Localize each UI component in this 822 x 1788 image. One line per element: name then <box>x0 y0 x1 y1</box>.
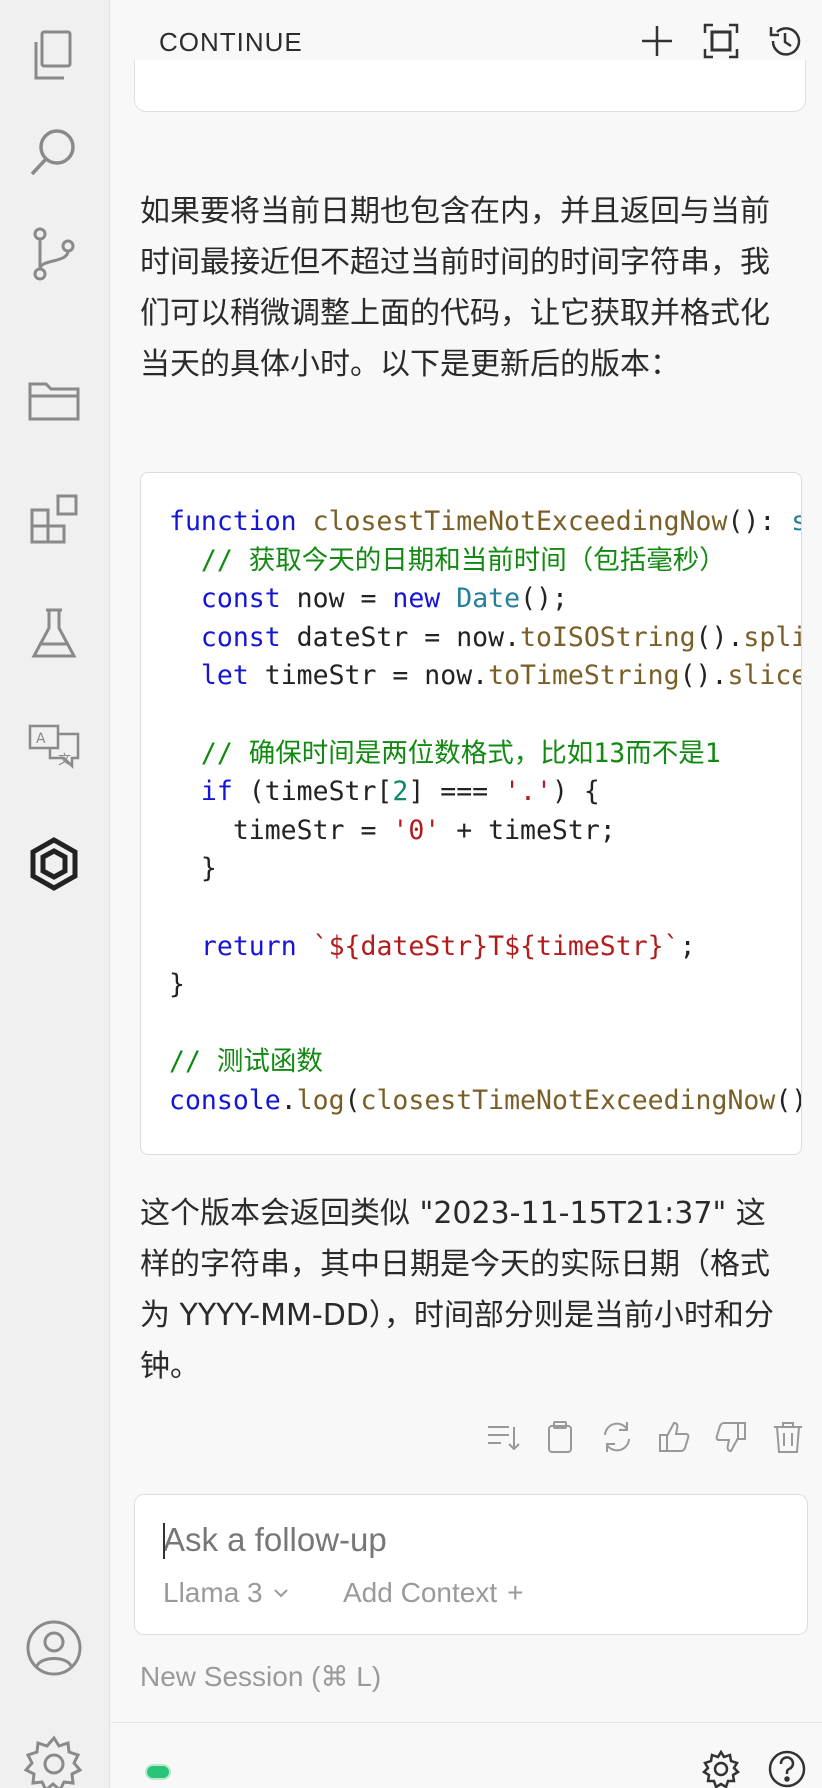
flask-icon[interactable] <box>20 600 88 668</box>
panel-title: CONTINUE <box>159 26 303 57</box>
folder-icon[interactable] <box>20 366 88 434</box>
activity-bar: A文 <box>0 0 110 1788</box>
message-actions <box>483 1415 808 1459</box>
continue-logo-icon[interactable] <box>20 830 88 898</box>
follow-up-input[interactable] <box>163 1515 763 1565</box>
plus-icon: + <box>507 1577 524 1608</box>
insert-at-cursor-icon[interactable] <box>483 1415 523 1459</box>
fullscreen-icon[interactable] <box>698 18 744 64</box>
settings-icon[interactable] <box>700 1748 742 1788</box>
text-caret <box>163 1523 165 1559</box>
model-selector[interactable]: Llama 3 <box>163 1577 291 1609</box>
new-session-link[interactable]: New Session (⌘ L) <box>140 1660 381 1693</box>
follow-up-input-box: Llama 3 Add Context + <box>134 1494 808 1635</box>
svg-text:A: A <box>36 731 46 747</box>
code-block: function closestTimeNotExceedingNow(): s… <box>140 472 802 1155</box>
thumbs-up-icon[interactable] <box>654 1415 694 1459</box>
footer-divider <box>111 1722 822 1723</box>
continue-panel: CONTINUE 如果要将当前日期也包含在内，并且返回与当前时间最接近但不超过当… <box>111 0 822 1788</box>
extensions-icon[interactable] <box>20 484 88 552</box>
new-session-icon[interactable] <box>634 18 680 64</box>
settings-gear-icon[interactable] <box>20 1730 88 1788</box>
account-icon[interactable] <box>20 1614 88 1682</box>
help-icon[interactable] <box>766 1748 808 1788</box>
model-selector-label: Llama 3 <box>163 1577 263 1608</box>
history-icon[interactable] <box>762 18 808 64</box>
delete-icon[interactable] <box>768 1415 808 1459</box>
status-indicator <box>145 1764 171 1780</box>
previous-message-card <box>134 60 806 112</box>
search-icon[interactable] <box>20 118 88 186</box>
translate-icon[interactable]: A文 <box>20 716 88 784</box>
files-icon[interactable] <box>20 22 88 90</box>
thumbs-down-icon[interactable] <box>711 1415 751 1459</box>
assistant-message-intro: 如果要将当前日期也包含在内，并且返回与当前时间最接近但不超过当前时间的时间字符串… <box>140 194 770 382</box>
copy-icon[interactable] <box>540 1415 580 1459</box>
chevron-down-icon <box>273 1589 288 1598</box>
add-context-button[interactable]: Add Context + <box>343 1577 523 1609</box>
footer-actions <box>700 1748 808 1788</box>
code-content: function closestTimeNotExceedingNow(): s… <box>169 506 802 1116</box>
retry-icon[interactable] <box>597 1415 637 1459</box>
header-actions <box>634 18 808 64</box>
add-context-label: Add Context <box>343 1577 498 1608</box>
source-control-icon[interactable] <box>20 220 88 288</box>
svg-text:文: 文 <box>58 753 71 768</box>
assistant-message-outro: 这个版本会返回类似 "2023-11-15T21:37" 这样的字符串，其中日期… <box>140 1196 774 1384</box>
